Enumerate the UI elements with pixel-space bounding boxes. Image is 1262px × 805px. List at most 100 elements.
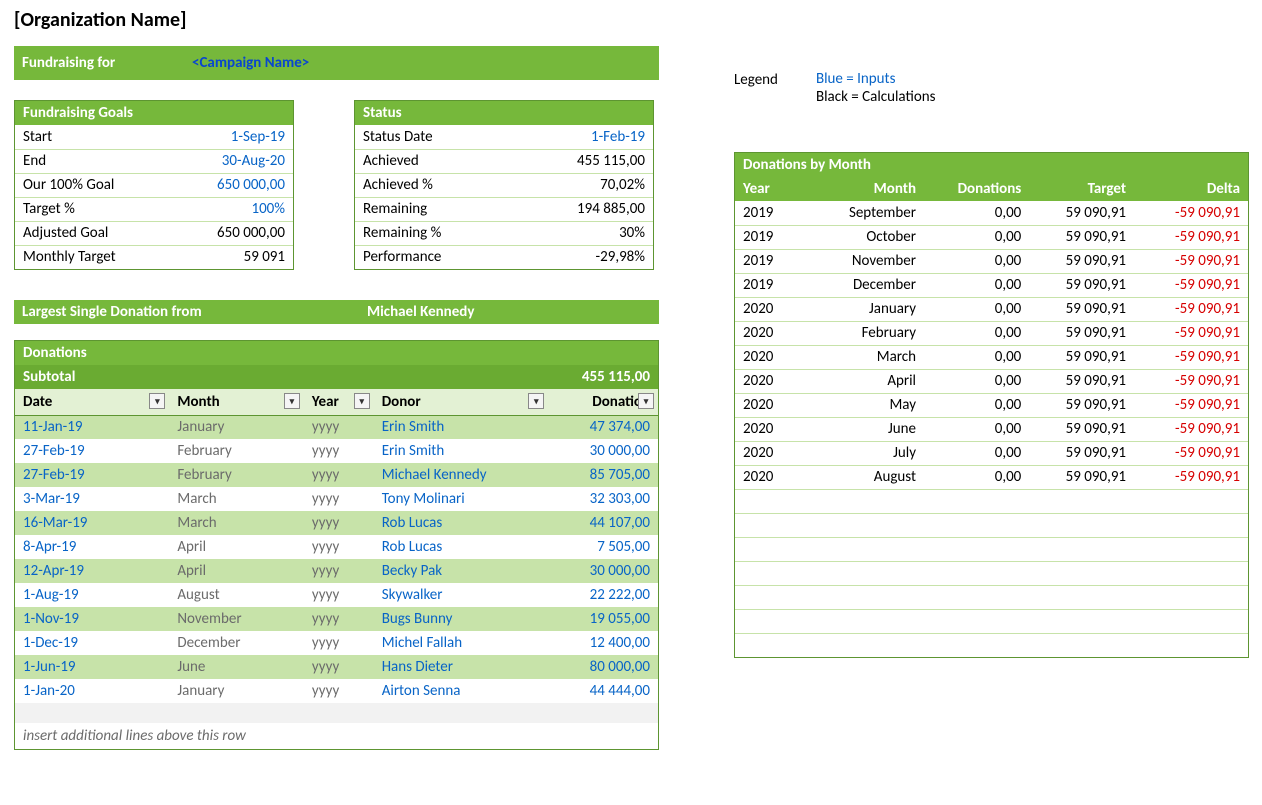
- cell-date[interactable]: 27-Feb-19: [15, 439, 169, 463]
- kv-row: Our 100% Goal650 000,00: [15, 173, 293, 197]
- cell-date[interactable]: 12-Apr-19: [15, 559, 169, 583]
- cell-date[interactable]: 3-Mar-19: [15, 487, 169, 511]
- cell-year: 2020: [735, 393, 818, 417]
- cell-date[interactable]: 16-Mar-19: [15, 511, 169, 535]
- filter-icon[interactable]: ▾: [528, 393, 544, 409]
- table-row[interactable]: 1-Jan-20JanuaryyyyyAirton Senna44 444,00: [15, 679, 658, 703]
- table-row[interactable]: 1-Aug-19AugustyyyySkywalker22 222,00: [15, 583, 658, 607]
- cell-delta: -59 090,91: [1134, 393, 1248, 417]
- cell-donor[interactable]: Erin Smith: [374, 415, 549, 439]
- col-date[interactable]: Date▾: [15, 389, 169, 415]
- kv-value[interactable]: 650 000,00: [172, 173, 293, 197]
- cell-amount[interactable]: 19 055,00: [548, 607, 658, 631]
- cell-month: January: [169, 415, 304, 439]
- cell-month: July: [818, 441, 924, 465]
- table-row: 2019October0,0059 090,91-59 090,91: [735, 225, 1248, 249]
- kv-value[interactable]: 30-Aug-20: [172, 149, 293, 173]
- table-row[interactable]: 27-Feb-19FebruaryyyyyErin Smith30 000,00: [15, 439, 658, 463]
- cell-amount[interactable]: 22 222,00: [548, 583, 658, 607]
- largest-donation-label: Largest Single Donation from: [14, 300, 359, 324]
- kv-row: End30-Aug-20: [15, 149, 293, 173]
- cell-donor[interactable]: Becky Pak: [374, 559, 549, 583]
- filter-icon[interactable]: ▾: [354, 393, 370, 409]
- table-row[interactable]: 1-Dec-19DecemberyyyyMichel Fallah12 400,…: [15, 631, 658, 655]
- cell-amount[interactable]: 30 000,00: [548, 439, 658, 463]
- table-row: 2019December0,0059 090,91-59 090,91: [735, 273, 1248, 297]
- kv-value[interactable]: 1-Sep-19: [172, 125, 293, 149]
- filter-icon[interactable]: ▾: [149, 393, 165, 409]
- filter-icon[interactable]: ▾: [638, 393, 654, 409]
- cell-donations: 0,00: [924, 321, 1029, 345]
- cell-date[interactable]: 1-Nov-19: [15, 607, 169, 631]
- col-donor[interactable]: Donor▾: [374, 389, 549, 415]
- mcol-target: Target: [1029, 177, 1134, 201]
- table-row[interactable]: 27-Feb-19FebruaryyyyyMichael Kennedy85 7…: [15, 463, 658, 487]
- cell-amount[interactable]: 7 505,00: [548, 535, 658, 559]
- col-year[interactable]: Year▾: [304, 389, 374, 415]
- cell-amount[interactable]: 80 000,00: [548, 655, 658, 679]
- cell-donor[interactable]: Bugs Bunny: [374, 607, 549, 631]
- kv-row: Status Date1-Feb-19: [355, 125, 653, 149]
- cell-donations: 0,00: [924, 201, 1029, 225]
- cell-donor[interactable]: Michael Kennedy: [374, 463, 549, 487]
- cell-month: June: [169, 655, 304, 679]
- kv-value[interactable]: 1-Feb-19: [513, 125, 653, 149]
- table-row[interactable]: 3-Mar-19MarchyyyyTony Molinari32 303,00: [15, 487, 658, 511]
- cell-amount[interactable]: 30 000,00: [548, 559, 658, 583]
- cell-delta: -59 090,91: [1134, 369, 1248, 393]
- cell-amount[interactable]: 85 705,00: [548, 463, 658, 487]
- cell-donor[interactable]: Skywalker: [374, 583, 549, 607]
- cell-date[interactable]: 1-Dec-19: [15, 631, 169, 655]
- table-row: 2020March0,0059 090,91-59 090,91: [735, 345, 1248, 369]
- cell-donor[interactable]: Erin Smith: [374, 439, 549, 463]
- largest-donation-name: Michael Kennedy: [359, 300, 659, 324]
- table-row-empty: [735, 537, 1248, 561]
- cell-month: March: [169, 487, 304, 511]
- cell-date[interactable]: 1-Jun-19: [15, 655, 169, 679]
- cell-month: April: [169, 535, 304, 559]
- cell-date[interactable]: 1-Jan-20: [15, 679, 169, 703]
- table-row[interactable]: 12-Apr-19AprilyyyyBecky Pak30 000,00: [15, 559, 658, 583]
- kv-value: 455 115,00: [513, 149, 653, 173]
- col-month[interactable]: Month▾: [169, 389, 304, 415]
- table-row[interactable]: 1-Nov-19NovemberyyyyBugs Bunny19 055,00: [15, 607, 658, 631]
- cell-year: 2019: [735, 273, 818, 297]
- cell-donor[interactable]: Airton Senna: [374, 679, 549, 703]
- cell-month: March: [818, 345, 924, 369]
- cell-date[interactable]: 1-Aug-19: [15, 583, 169, 607]
- cell-donor[interactable]: Rob Lucas: [374, 511, 549, 535]
- table-row[interactable]: 11-Jan-19JanuaryyyyyErin Smith47 374,00: [15, 415, 658, 439]
- cell-target: 59 090,91: [1029, 249, 1134, 273]
- cell-delta: -59 090,91: [1134, 465, 1248, 489]
- cell-month: June: [818, 417, 924, 441]
- kv-key: Our 100% Goal: [15, 173, 172, 197]
- cell-delta: -59 090,91: [1134, 321, 1248, 345]
- cell-donor[interactable]: Tony Molinari: [374, 487, 549, 511]
- cell-donor[interactable]: Rob Lucas: [374, 535, 549, 559]
- kv-row: Monthly Target59 091: [15, 245, 293, 269]
- cell-date[interactable]: 27-Feb-19: [15, 463, 169, 487]
- cell-donor[interactable]: Michel Fallah: [374, 631, 549, 655]
- mcol-delta: Delta: [1134, 177, 1248, 201]
- table-row[interactable]: 16-Mar-19MarchyyyyRob Lucas44 107,00: [15, 511, 658, 535]
- cell-month: February: [169, 439, 304, 463]
- cell-date[interactable]: 8-Apr-19: [15, 535, 169, 559]
- campaign-name[interactable]: <Campaign Name>: [192, 54, 309, 72]
- kv-key: Target %: [15, 197, 172, 221]
- largest-donation-row: Largest Single Donation from Michael Ken…: [14, 300, 659, 324]
- kv-value[interactable]: 100%: [172, 197, 293, 221]
- cell-month: November: [169, 607, 304, 631]
- table-row[interactable]: 1-Jun-19JuneyyyyHans Dieter80 000,00: [15, 655, 658, 679]
- cell-amount[interactable]: 47 374,00: [548, 415, 658, 439]
- cell-amount[interactable]: 32 303,00: [548, 487, 658, 511]
- cell-amount[interactable]: 44 107,00: [548, 511, 658, 535]
- cell-amount[interactable]: 12 400,00: [548, 631, 658, 655]
- kv-row: Achieved %70,02%: [355, 173, 653, 197]
- cell-date[interactable]: 11-Jan-19: [15, 415, 169, 439]
- cell-amount[interactable]: 44 444,00: [548, 679, 658, 703]
- col-amount[interactable]: Donation▾: [548, 389, 658, 415]
- filter-icon[interactable]: ▾: [284, 393, 300, 409]
- cell-donor[interactable]: Hans Dieter: [374, 655, 549, 679]
- cell-target: 59 090,91: [1029, 393, 1134, 417]
- table-row[interactable]: 8-Apr-19AprilyyyyRob Lucas7 505,00: [15, 535, 658, 559]
